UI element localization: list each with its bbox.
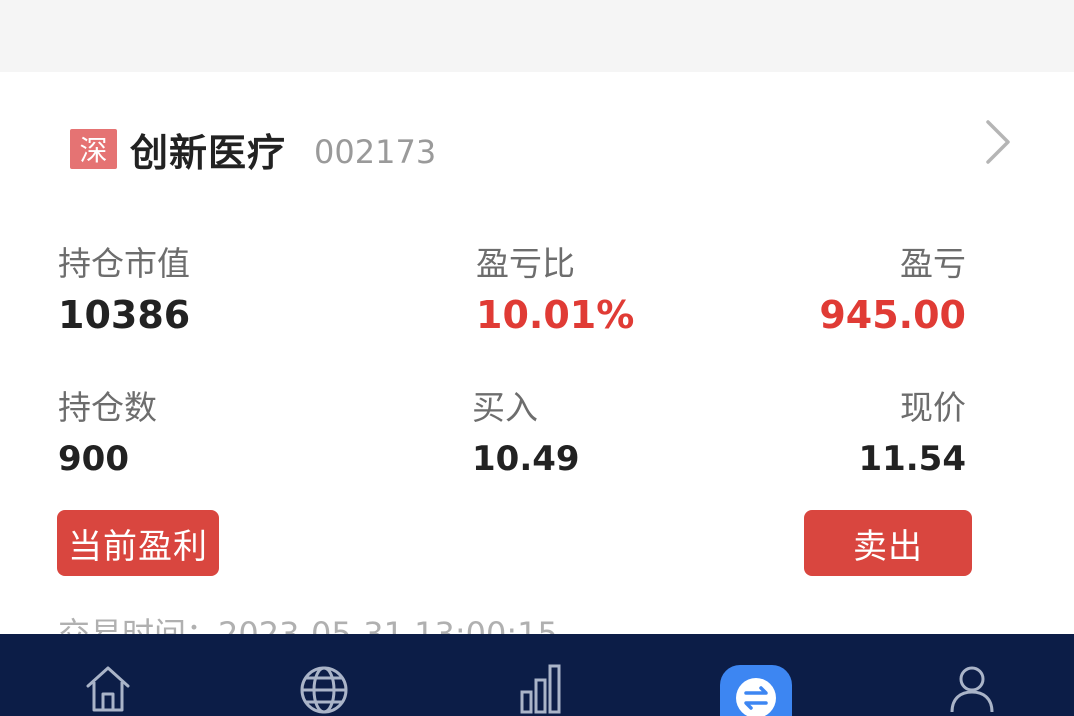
chevron-right-icon[interactable] xyxy=(978,118,1018,166)
stat-current-price: 现价 11.54 xyxy=(858,388,966,482)
stat-pnl-ratio: 盈亏比 10.01% xyxy=(476,244,634,338)
buy-price-value: 10.49 xyxy=(472,439,580,479)
stat-pnl: 盈亏 945.00 xyxy=(819,244,966,338)
stock-name: 创新医疗 xyxy=(130,130,287,175)
market-badge: 深 xyxy=(70,129,117,169)
stat-shares: 持仓数 900 xyxy=(58,388,157,482)
nav-home[interactable] xyxy=(78,662,138,716)
nav-profile[interactable] xyxy=(942,662,1002,716)
market-value-value: 10386 xyxy=(58,293,191,337)
bar-chart-icon xyxy=(520,664,561,714)
stat-market-value: 持仓市值 10386 xyxy=(58,244,190,338)
pnl-ratio-label: 盈亏比 xyxy=(476,244,575,283)
nav-chart[interactable] xyxy=(510,662,570,716)
nav-market[interactable] xyxy=(294,662,354,716)
current-price-value: 11.54 xyxy=(858,439,966,479)
shares-value: 900 xyxy=(58,439,129,479)
buy-price-label: 买入 xyxy=(472,388,538,427)
top-spacer xyxy=(0,0,1074,72)
nav-trade[interactable] xyxy=(726,672,786,716)
exchange-icon xyxy=(736,678,776,716)
stock-code: 002173 xyxy=(314,133,437,171)
user-icon xyxy=(950,666,994,713)
shares-label: 持仓数 xyxy=(58,388,157,427)
market-value-label: 持仓市值 xyxy=(58,244,190,283)
current-profit-button[interactable]: 当前盈利 xyxy=(57,510,219,576)
position-detail-page: 深 创新医疗 002173 持仓市值 10386 盈亏比 10.01% 盈亏 9… xyxy=(0,0,1074,716)
bottom-nav xyxy=(0,634,1074,716)
stock-header: 深 创新医疗 002173 xyxy=(70,124,437,175)
sell-button[interactable]: 卖出 xyxy=(804,510,972,576)
current-price-label: 现价 xyxy=(900,388,966,427)
pnl-value: 945.00 xyxy=(819,293,966,337)
globe-icon xyxy=(300,666,348,714)
home-icon xyxy=(86,666,130,712)
stat-buy-price: 买入 10.49 xyxy=(472,388,580,482)
pnl-label: 盈亏 xyxy=(900,244,966,283)
pnl-ratio-value: 10.01% xyxy=(476,293,635,337)
